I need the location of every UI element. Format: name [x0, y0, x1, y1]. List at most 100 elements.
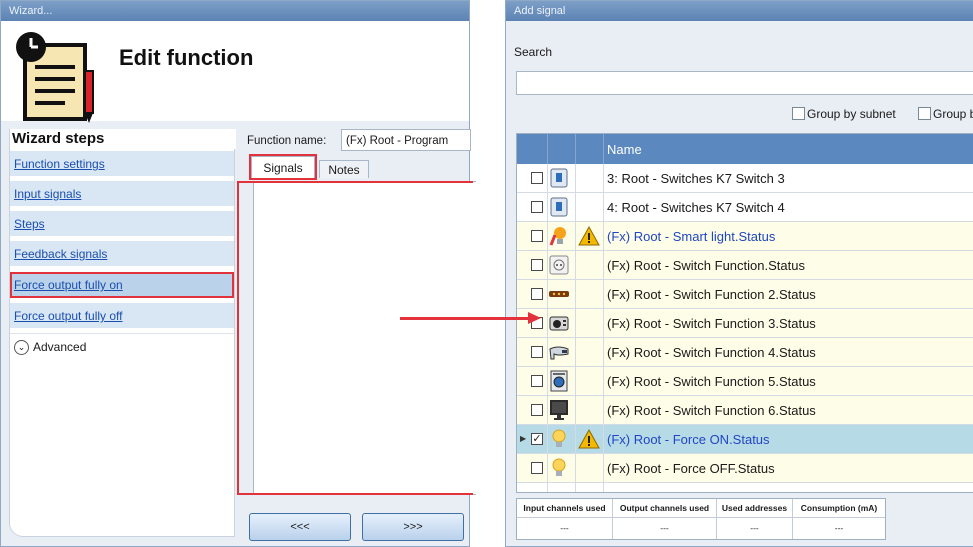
annotation-arrow-line — [400, 317, 530, 320]
column-divider — [603, 164, 604, 492]
oven-icon — [549, 316, 569, 331]
step-function-settings[interactable]: Function settings — [10, 151, 234, 177]
row-name: 4: Root - Switches K7 Switch 4 — [607, 200, 785, 215]
row-checkbox[interactable] — [531, 404, 543, 416]
smart-light-bulb-icon — [549, 227, 566, 246]
back-button[interactable]: <<< — [249, 513, 351, 541]
footer-column: Input channels used --- — [517, 499, 613, 539]
footer-column: Output channels used --- — [613, 499, 717, 539]
row-name: (Fx) Root - Smart light.Status — [607, 229, 776, 244]
edit-function-document-icon — [16, 32, 94, 123]
tab-notes[interactable]: Notes — [319, 160, 369, 178]
wizard-header: Edit function — [1, 21, 469, 123]
row-pointer-icon: ▶ — [520, 434, 527, 443]
page-title: Edit function — [119, 45, 254, 70]
footer-value: --- — [750, 523, 759, 533]
annotation-arrow-head — [528, 312, 541, 324]
row-checkbox[interactable] — [531, 375, 543, 387]
footer-header: Used addresses — [717, 499, 792, 518]
wizard-window: Wizard... Edit function Wizard steps Fun… — [0, 0, 476, 547]
group-by-subnet-checkbox[interactable]: Group by subnet — [792, 107, 896, 121]
footer-column: Used addresses --- — [717, 499, 793, 539]
light-bulb-icon — [552, 429, 566, 447]
wall-socket-icon — [549, 255, 569, 275]
checkbox-box[interactable] — [792, 107, 805, 120]
column-divider — [547, 164, 548, 492]
table-row[interactable]: (Fx) Root - Switch Function 6.Status — [517, 396, 973, 425]
function-name-field[interactable]: (Fx) Root - Program — [341, 129, 471, 151]
table-row[interactable]: (Fx) Root - Switch Function.Status — [517, 251, 973, 280]
table-row[interactable]: (Fx) Root - Switch Function 3.Status — [517, 309, 973, 338]
heater-strip-icon — [549, 291, 569, 297]
group-checkbox[interactable]: Group b — [918, 107, 973, 121]
advanced-expander[interactable]: ⌄ Advanced — [10, 333, 234, 359]
step-feedback-signals[interactable]: Feedback signals — [10, 241, 234, 267]
row-checkbox[interactable] — [531, 172, 543, 184]
row-checkbox[interactable] — [531, 462, 543, 474]
row-name: (Fx) Root - Switch Function.Status — [607, 258, 805, 273]
highlight-box — [237, 181, 473, 495]
row-name: (Fx) Root - Switch Function 6.Status — [607, 403, 816, 418]
footer-header: Input channels used — [517, 499, 612, 518]
search-label: Search — [514, 45, 553, 59]
row-checkbox[interactable] — [531, 259, 543, 271]
column-divider — [575, 164, 576, 492]
row-checkbox[interactable] — [531, 346, 543, 358]
row-name: (Fx) Root - Force ON.Status — [607, 432, 770, 447]
search-input[interactable] — [516, 71, 973, 95]
row-name: 3: Root - Switches K7 Switch 3 — [607, 171, 785, 186]
add-signal-titlebar: Add signal — [506, 1, 973, 21]
row-checkbox[interactable] — [531, 230, 543, 242]
monitor-icon — [550, 400, 568, 420]
step-input-signals[interactable]: Input signals — [10, 181, 234, 207]
row-name: (Fx) Root - Switch Function 3.Status — [607, 316, 816, 331]
table-row[interactable]: (Fx) Root - Smart light.Status — [517, 222, 973, 251]
group-label: Group b — [933, 107, 973, 121]
switch-module-icon — [550, 168, 568, 188]
table-row[interactable]: (Fx) Root - Switch Function 2.Status — [517, 280, 973, 309]
column-separator — [575, 134, 576, 164]
row-checkbox[interactable] — [531, 201, 543, 213]
advanced-label: Advanced — [33, 340, 87, 354]
column-separator — [547, 134, 548, 164]
step-steps[interactable]: Steps — [10, 211, 234, 237]
table-row[interactable]: (Fx) Root - Switch Function 4.Status — [517, 338, 973, 367]
washing-machine-icon — [550, 370, 568, 392]
wizard-steps-panel: Wizard steps Function settings Input sig… — [9, 129, 236, 537]
footer-value: --- — [560, 523, 569, 533]
hair-dryer-icon — [549, 346, 569, 360]
table-row[interactable]: 4: Root - Switches K7 Switch 4 — [517, 193, 973, 222]
chevron-down-icon: ⌄ — [14, 340, 29, 356]
row-name: (Fx) Root - Switch Function 4.Status — [607, 345, 816, 360]
row-name: (Fx) Root - Switch Function 2.Status — [607, 287, 816, 302]
step-force-output-fully-off[interactable]: Force output fully off — [10, 303, 234, 329]
tab-signals[interactable]: Signals — [249, 154, 317, 180]
table-row[interactable]: 3: Root - Switches K7 Switch 3 — [517, 164, 973, 193]
add-signal-window: Add signal Search Group by subnet Group … — [505, 0, 973, 547]
step-force-output-fully-on[interactable]: Force output fully on — [10, 272, 234, 298]
function-name-label: Function name: — [247, 135, 327, 147]
footer-header: Output channels used — [613, 499, 716, 518]
footer-column: Consumption (mA) --- — [793, 499, 885, 539]
switch-module-icon — [550, 197, 568, 217]
checkbox-box[interactable] — [918, 107, 931, 120]
footer-header: Consumption (mA) — [793, 499, 885, 518]
footer-value: --- — [660, 523, 669, 533]
table-row[interactable]: (Fx) Root - Switch Function 5.Status — [517, 367, 973, 396]
table-row[interactable]: (Fx) Root - Force OFF.Status — [517, 454, 973, 483]
warning-icon — [578, 428, 600, 449]
next-button[interactable]: >>> — [362, 513, 464, 541]
column-separator — [603, 134, 604, 164]
column-header-name[interactable]: Name — [607, 142, 642, 157]
warning-icon — [578, 225, 600, 246]
resource-usage-table: Input channels used --- Output channels … — [516, 498, 886, 540]
row-name: (Fx) Root - Force OFF.Status — [607, 461, 775, 476]
table-row-selected[interactable]: ▶ ✓ (Fx) Root - Force ON.Status — [517, 425, 973, 454]
group-by-subnet-label: Group by subnet — [807, 107, 896, 121]
row-checkbox[interactable] — [531, 288, 543, 300]
footer-value: --- — [834, 523, 844, 533]
light-bulb-icon — [552, 458, 566, 476]
row-checkbox-checked[interactable]: ✓ — [531, 433, 543, 445]
row-name: (Fx) Root - Switch Function 5.Status — [607, 374, 816, 389]
signal-grid: Name 3: Root - Switches K7 Switch 3 4: R… — [516, 133, 973, 493]
